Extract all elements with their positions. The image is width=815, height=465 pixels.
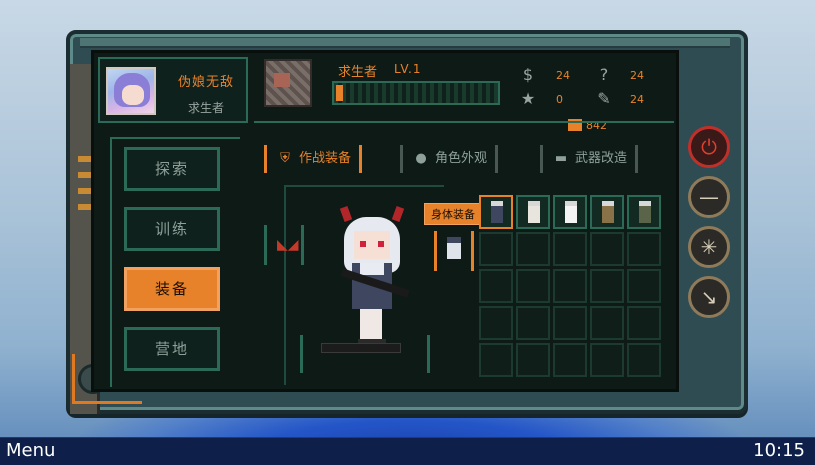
devil-horns-icon: ◣◢ xyxy=(277,237,299,253)
inventory-slot[interactable] xyxy=(590,343,624,377)
side-vent xyxy=(78,204,92,210)
minus-icon: — xyxy=(699,185,719,209)
inventory-slot[interactable] xyxy=(553,343,587,377)
tab-label: 角色外观 xyxy=(435,151,488,166)
rank-badge-icon xyxy=(264,59,312,107)
helmet-slot[interactable]: ◣◢ xyxy=(264,225,304,265)
xp-bar xyxy=(332,81,500,105)
inventory-slot[interactable] xyxy=(479,343,513,377)
settings-icon: ✳ xyxy=(700,235,718,259)
side-vent xyxy=(78,172,92,178)
coins-value: 24 xyxy=(556,69,570,82)
avatar xyxy=(106,67,156,115)
side-vent xyxy=(78,156,92,162)
power-button[interactable]: ⏻ xyxy=(688,126,730,168)
rifle-icon: ▬ xyxy=(554,151,568,166)
inventory-slot[interactable] xyxy=(516,269,550,303)
exit-button[interactable]: ↘ xyxy=(688,276,730,318)
inventory-slot[interactable] xyxy=(627,195,661,229)
rank-title: 求生者 xyxy=(338,65,378,80)
inventory-slot[interactable] xyxy=(479,232,513,266)
inventory-slot[interactable] xyxy=(516,343,550,377)
stars-value: 0 xyxy=(556,93,563,106)
inventory-slot[interactable] xyxy=(590,195,624,229)
header-divider xyxy=(254,121,674,123)
inventory-slot[interactable] xyxy=(553,232,587,266)
level-label: LV.1 xyxy=(394,62,422,76)
taskbar: Menu 10:15 xyxy=(0,437,815,465)
arrow-down-right-icon: ↘ xyxy=(700,285,718,309)
player-title: 求生者 xyxy=(187,101,224,115)
person-icon: ● xyxy=(415,151,427,166)
white-dress-outfit-icon xyxy=(528,201,540,223)
rifle-icon xyxy=(321,343,401,353)
weapon-slot[interactable] xyxy=(300,335,430,373)
forest-camo-outfit-icon xyxy=(639,201,651,223)
character-sprite xyxy=(334,203,414,353)
school-uniform-outfit-icon xyxy=(491,201,503,223)
tab-appearance[interactable]: ● 角色外观 xyxy=(400,145,499,173)
settings-button[interactable]: ✳ xyxy=(688,226,730,268)
inventory-slot[interactable] xyxy=(516,306,550,340)
inventory-slot[interactable] xyxy=(553,195,587,229)
equipped-outfit-icon xyxy=(447,237,461,259)
quest-icon: ? xyxy=(599,65,609,84)
desert-camo-outfit-icon xyxy=(602,201,614,223)
tab-weapon-mod[interactable]: ▬ 武器改造 xyxy=(540,145,639,173)
nav-explore-button[interactable]: 探索 xyxy=(124,147,220,191)
inventory-slot[interactable] xyxy=(590,269,624,303)
inventory-slot[interactable] xyxy=(590,232,624,266)
body-equipment-slot[interactable] xyxy=(434,231,474,271)
inventory-slot[interactable] xyxy=(627,343,661,377)
tools-value: 24 xyxy=(630,93,644,106)
quests-value: 24 xyxy=(630,69,644,82)
nav-camp-button[interactable]: 营地 xyxy=(124,327,220,371)
player-name: 伪娘无敌 xyxy=(177,75,234,90)
taskbar-clock: 10:15 xyxy=(753,440,805,461)
inventory-slot[interactable] xyxy=(627,232,661,266)
tab-combat-gear[interactable]: ⛨ 作战装备 xyxy=(264,145,363,173)
inventory-slot[interactable] xyxy=(553,269,587,303)
inventory-slot[interactable] xyxy=(590,306,624,340)
body-slot-label: 身体装备 xyxy=(424,203,482,225)
device-top-strip xyxy=(80,38,730,48)
nav-equipment-button[interactable]: 装备 xyxy=(124,267,220,311)
inventory-slot[interactable] xyxy=(479,306,513,340)
inventory-grid xyxy=(479,195,663,377)
inventory-slot[interactable] xyxy=(479,269,513,303)
coin-icon: $ xyxy=(522,65,534,84)
inventory-slot[interactable] xyxy=(479,195,513,229)
star-icon: ★ xyxy=(520,89,536,108)
xp-bar-fill xyxy=(336,85,343,101)
minimize-button[interactable]: — xyxy=(688,176,730,218)
inventory-slot[interactable] xyxy=(553,306,587,340)
nav-training-button[interactable]: 训练 xyxy=(124,207,220,251)
tab-label: 武器改造 xyxy=(575,151,628,166)
inventory-slot[interactable] xyxy=(627,269,661,303)
inventory-slot[interactable] xyxy=(516,195,550,229)
tab-label: 作战装备 xyxy=(299,151,352,166)
armor-icon: ⛨ xyxy=(280,151,290,166)
game-screen: 伪娘无敌 求生者 求生者 LV.1 $ 24 ★ 0 ? 24 ✎ 24 842… xyxy=(91,50,679,392)
power-icon: ⏻ xyxy=(701,135,717,159)
wrench-icon: ✎ xyxy=(597,89,611,108)
side-vent xyxy=(78,188,92,194)
taskbar-menu-button[interactable]: Menu xyxy=(6,440,55,461)
inventory-slot[interactable] xyxy=(627,306,661,340)
player-card[interactable]: 伪娘无敌 求生者 xyxy=(98,57,248,123)
inventory-slot[interactable] xyxy=(516,232,550,266)
wedding-dress-outfit-icon xyxy=(565,201,577,223)
